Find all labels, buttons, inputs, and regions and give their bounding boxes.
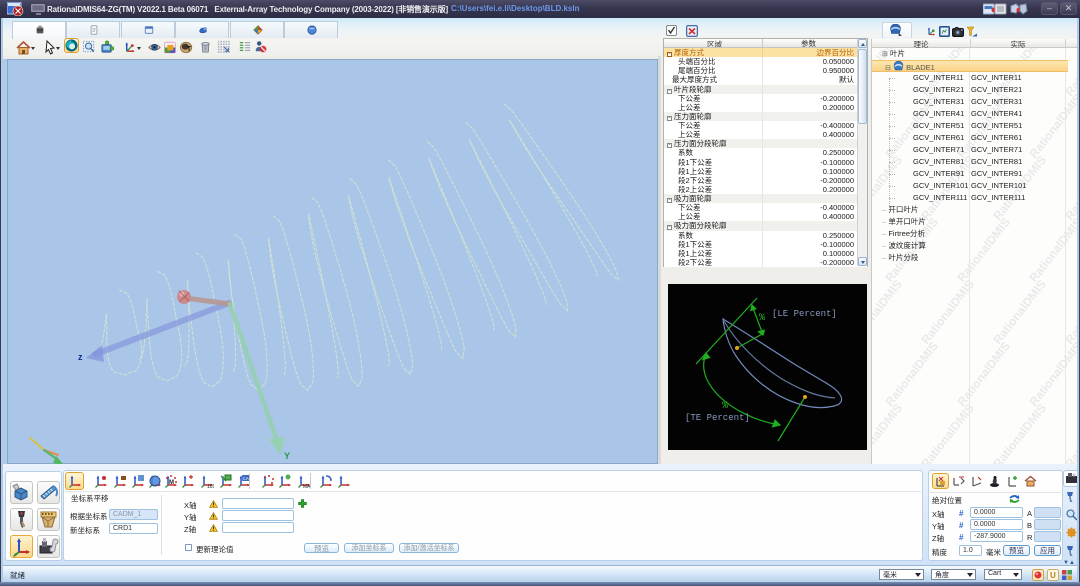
svg-text:[TE Percent]: [TE Percent] <box>685 413 750 423</box>
svg-text:U: U <box>1050 571 1056 580</box>
svg-text:%: % <box>722 401 728 412</box>
svg-text:[LE Percent]: [LE Percent] <box>772 309 837 319</box>
svg-text:101: 101 <box>207 484 214 488</box>
svg-text:Y: Y <box>284 451 290 461</box>
svg-text:%: % <box>759 313 765 324</box>
svg-text:z: z <box>78 352 83 362</box>
svg-text:M: M <box>169 480 174 486</box>
